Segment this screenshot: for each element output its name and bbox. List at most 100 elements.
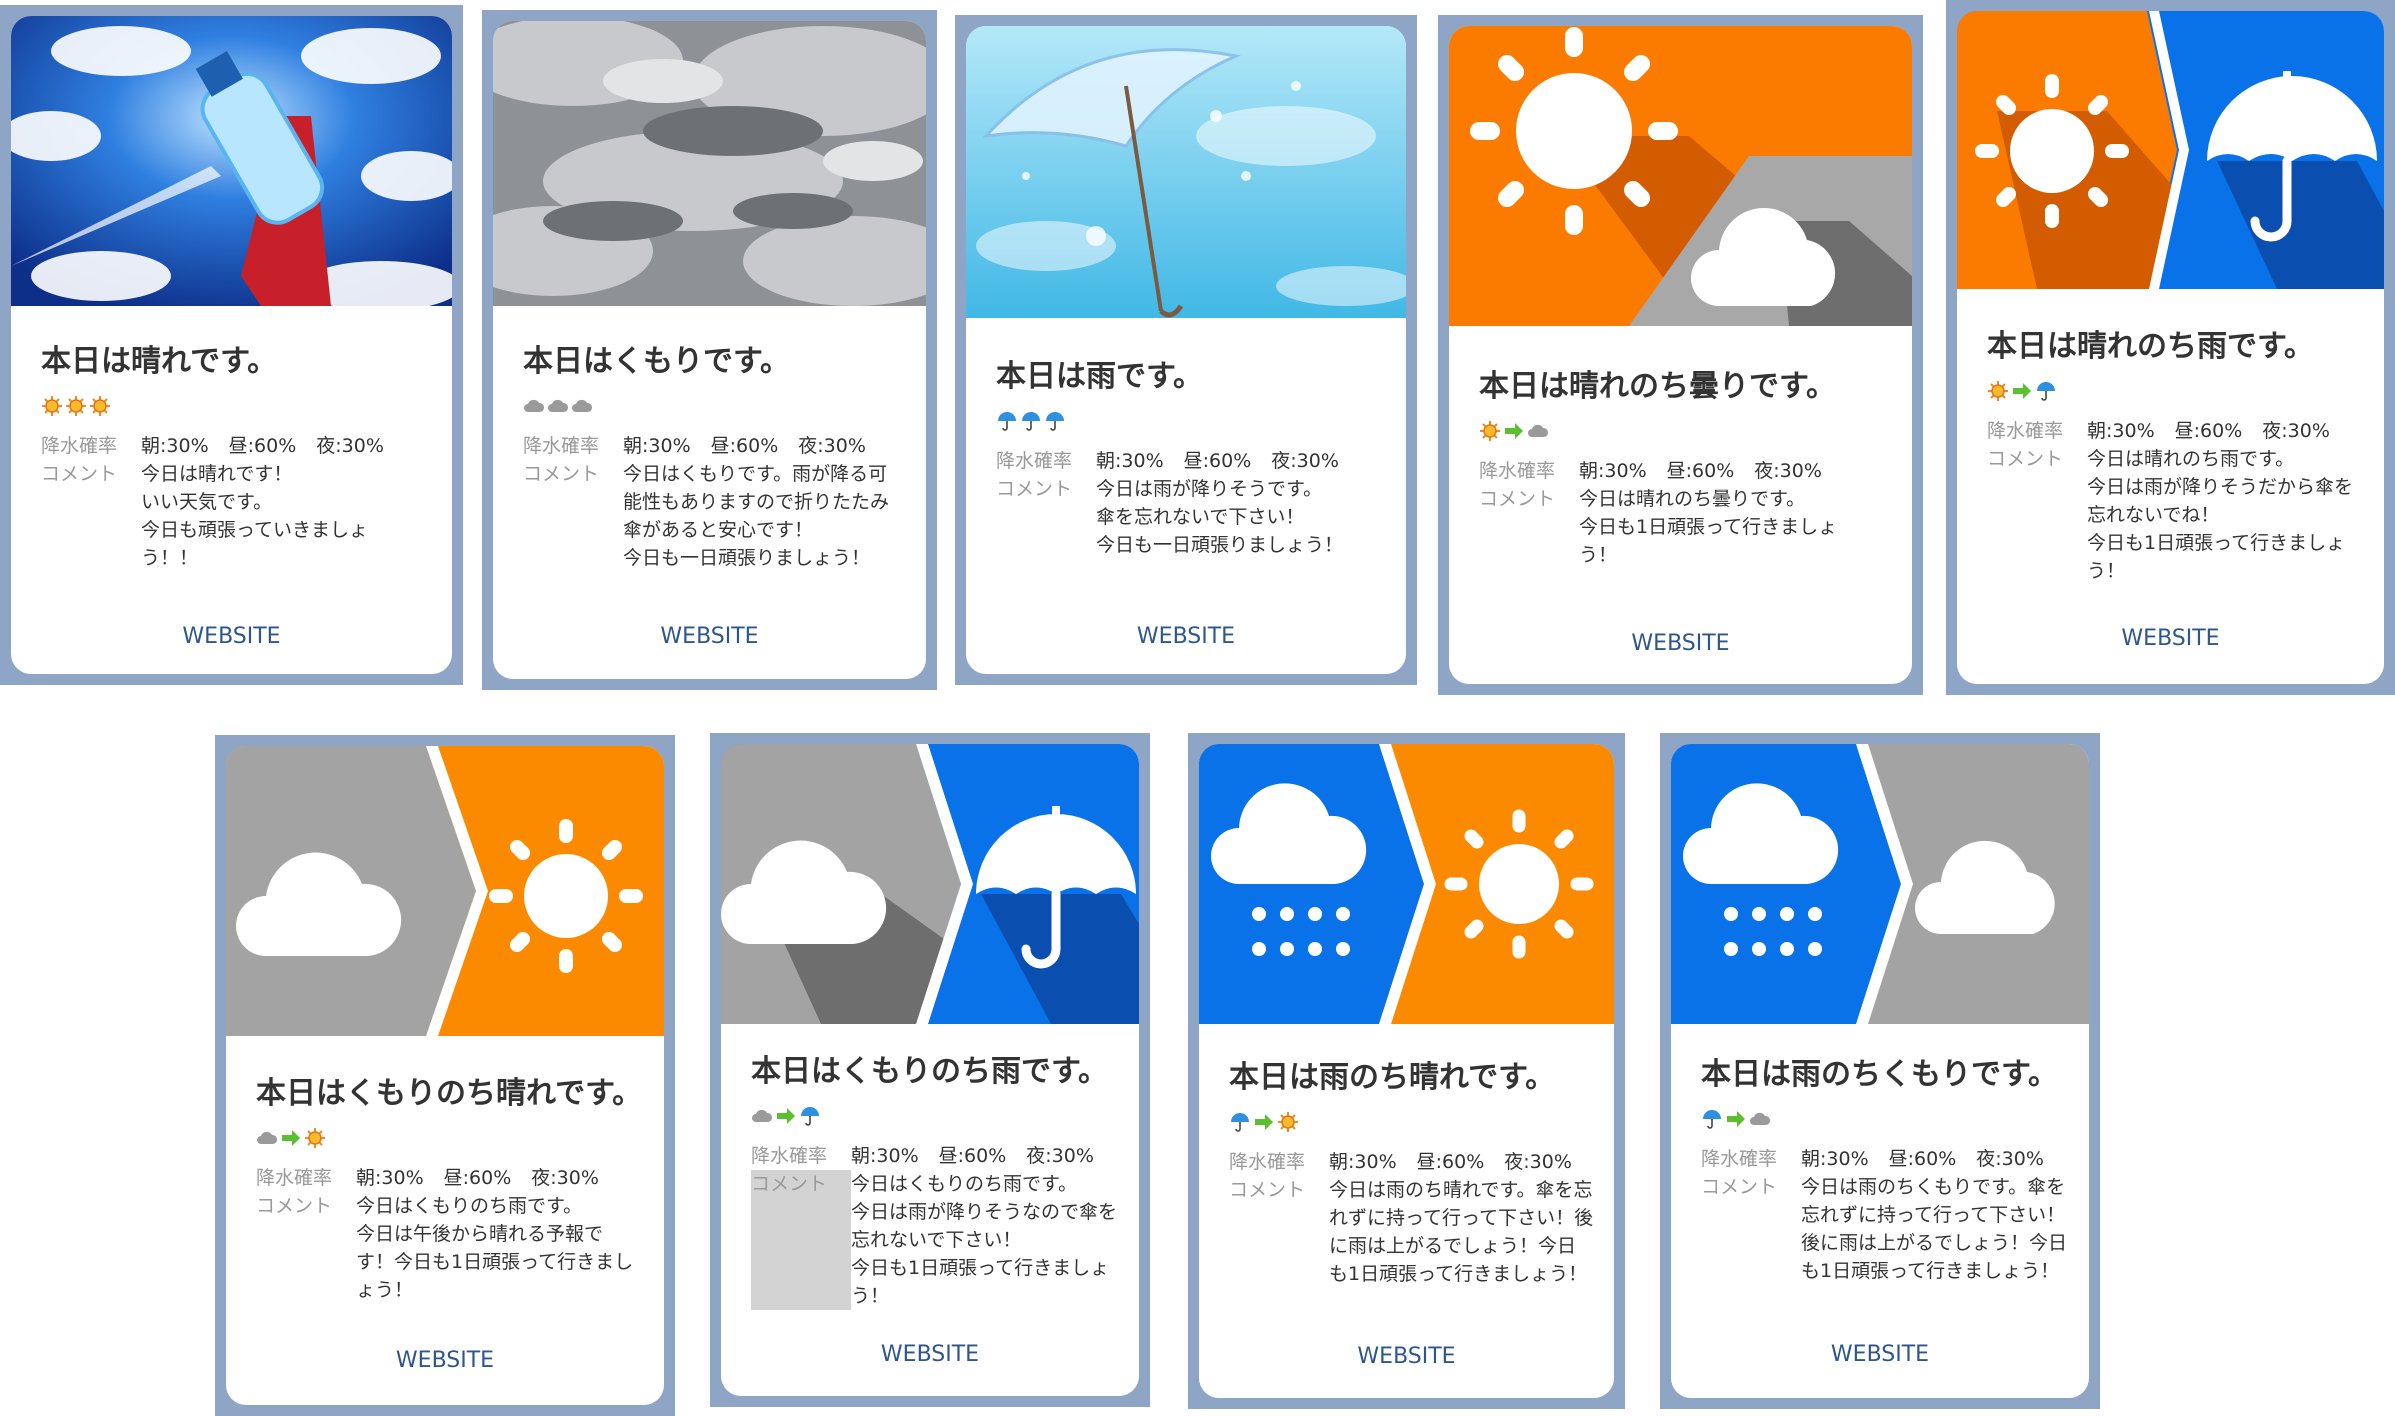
precip-morning: 朝:30% bbox=[141, 435, 209, 457]
website-link[interactable]: WEBSITE bbox=[1199, 1344, 1614, 1369]
weather-emoji-row bbox=[1479, 419, 1892, 443]
comment-text: 今日は雨のちくもりです。傘を忘れずに持って行って下さい！後に雨は上がるでしょう！… bbox=[1801, 1176, 2068, 1282]
precip-label: 降水確率 bbox=[1987, 420, 2064, 442]
hero-image-sun-cloud bbox=[1449, 26, 1912, 326]
precip-night: 夜:30% bbox=[1026, 1145, 1094, 1167]
umbrella-icon bbox=[2035, 380, 2057, 402]
arrow-right-icon bbox=[775, 1105, 797, 1127]
precip-night: 夜:30% bbox=[1271, 450, 1339, 472]
umbrella-icon bbox=[799, 1105, 821, 1127]
comment-label: コメント bbox=[1701, 1176, 1778, 1198]
precip-night: 夜:30% bbox=[2262, 420, 2330, 442]
arrow-right-icon bbox=[1503, 420, 1525, 442]
weather-emoji-row bbox=[256, 1126, 644, 1150]
cloud-icon bbox=[523, 395, 545, 417]
website-link[interactable]: WEBSITE bbox=[721, 1342, 1139, 1367]
umbrella-icon bbox=[996, 410, 1018, 432]
arrow-right-icon bbox=[1725, 1108, 1747, 1130]
precip-noon: 昼:60% bbox=[228, 435, 297, 457]
comment-label: コメント bbox=[996, 478, 1073, 500]
precip-morning: 朝:30% bbox=[356, 1167, 424, 1189]
precip-morning: 朝:30% bbox=[2087, 420, 2155, 442]
arrow-right-icon bbox=[2011, 380, 2033, 402]
card-title: 本日はくもりのち晴れです。 bbox=[256, 1076, 643, 1111]
comment-text: 今日は晴れのち雨です。 今日は雨が降りそうだから傘を忘れないでね！ 今日も1日頑… bbox=[2087, 448, 2354, 582]
hero-image-rain-sun bbox=[1199, 744, 1614, 1024]
weather-card-rain-then-sunny: 本日は雨のち晴れです。 降水確率 朝:30% 昼:60% 夜:30% コメント 今日は雨… bbox=[1188, 733, 1625, 1409]
comment-label: コメント bbox=[1479, 488, 1556, 510]
umbrella-icon bbox=[1044, 410, 1066, 432]
card-inner: 本日は晴れのち雨です。 降水確率 朝:30% 昼:60% 夜:30% コメント 今日は晴… bbox=[1957, 11, 2384, 684]
umbrella-icon bbox=[1701, 1108, 1723, 1130]
sun-icon bbox=[89, 395, 111, 417]
card-inner: 本日は雨です。 降水確率 朝:30% 昼:60% 夜:30% コメント 今日は雨が降りそ… bbox=[966, 26, 1406, 674]
hero-image-rain-cloud bbox=[1671, 744, 2089, 1024]
arrow-right-icon bbox=[1253, 1111, 1275, 1133]
precip-morning: 朝:30% bbox=[851, 1145, 919, 1167]
weather-card-cloudy-then-rain: 本日はくもりのち雨です。 降水確率 朝:30% 昼:60% 夜:30% コメント 今日は… bbox=[710, 733, 1150, 1407]
precip-noon: 昼:60% bbox=[2174, 420, 2243, 442]
precip-night: 夜:30% bbox=[1976, 1148, 2044, 1170]
precip-label: 降水確率 bbox=[41, 435, 118, 457]
comment-text: 今日はくもりのち雨です。 今日は雨が降りそうなので傘を忘れないで下さい！ 今日も… bbox=[851, 1173, 1118, 1307]
website-link[interactable]: WEBSITE bbox=[493, 624, 926, 649]
precip-night: 夜:30% bbox=[1754, 460, 1822, 482]
umbrella-icon bbox=[1229, 1111, 1251, 1133]
weather-emoji-row bbox=[996, 409, 1386, 433]
precip-morning: 朝:30% bbox=[1096, 450, 1164, 472]
card-title: 本日は晴れです。 bbox=[41, 344, 278, 379]
weather-emoji-row bbox=[523, 394, 906, 418]
card-inner: 本日は雨のち晴れです。 降水確率 朝:30% 昼:60% 夜:30% コメント 今日は雨… bbox=[1199, 744, 1614, 1398]
hero-image-cloud-umbrella bbox=[721, 744, 1139, 1024]
comment-label: コメント bbox=[1229, 1179, 1306, 1201]
precip-noon: 昼:60% bbox=[443, 1167, 512, 1189]
precip-morning: 朝:30% bbox=[1801, 1148, 1869, 1170]
precip-label: 降水確率 bbox=[256, 1167, 333, 1189]
precip-noon: 昼:60% bbox=[710, 435, 779, 457]
comment-text: 今日は雨が降りそうです。 傘を忘れないで下さい！ 今日も一日頑張りましょう！ bbox=[1096, 478, 1344, 556]
precip-noon: 昼:60% bbox=[1416, 1151, 1485, 1173]
precip-label: 降水確率 bbox=[523, 435, 600, 457]
precip-label: 降水確率 bbox=[1479, 460, 1556, 482]
card-title: 本日はくもりのち雨です。 bbox=[751, 1054, 1108, 1089]
website-link[interactable]: WEBSITE bbox=[1449, 631, 1912, 656]
card-title: 本日はくもりです。 bbox=[523, 344, 790, 379]
sun-icon bbox=[1987, 380, 2009, 402]
precip-night: 夜:30% bbox=[798, 435, 866, 457]
precip-label: 降水確率 bbox=[1229, 1151, 1306, 1173]
hero-image-sunny-photo bbox=[11, 16, 452, 306]
cloud-icon bbox=[547, 395, 569, 417]
sun-icon bbox=[1479, 420, 1501, 442]
card-title: 本日は雨のち晴れです。 bbox=[1229, 1060, 1556, 1095]
hero-image-cloud-sun bbox=[226, 746, 664, 1036]
precip-night: 夜:30% bbox=[316, 435, 384, 457]
precip-night: 夜:30% bbox=[1504, 1151, 1572, 1173]
weather-emoji-row bbox=[1229, 1110, 1594, 1134]
precip-morning: 朝:30% bbox=[623, 435, 691, 457]
card-inner: 本日はくもりのち晴れです。 降水確率 朝:30% 昼:60% 夜:30% コメント 今日… bbox=[226, 746, 664, 1405]
precip-label: 降水確率 bbox=[996, 450, 1073, 472]
card-inner: 本日はくもりです。 降水確率 朝:30% 昼:60% 夜:30% コメント 今日はくもり… bbox=[493, 21, 926, 679]
website-link[interactable]: WEBSITE bbox=[1957, 626, 2384, 651]
weather-emoji-row bbox=[1701, 1107, 2069, 1131]
precip-noon: 昼:60% bbox=[1183, 450, 1252, 472]
website-link[interactable]: WEBSITE bbox=[11, 624, 452, 649]
weather-card-rain: 本日は雨です。 降水確率 朝:30% 昼:60% 夜:30% コメント 今日は雨が降りそ… bbox=[955, 15, 1417, 685]
sun-icon bbox=[41, 395, 63, 417]
comment-label: コメント bbox=[523, 463, 600, 485]
website-link[interactable]: WEBSITE bbox=[966, 624, 1406, 649]
sun-icon bbox=[1277, 1111, 1299, 1133]
website-link[interactable]: WEBSITE bbox=[1671, 1342, 2089, 1367]
weather-card-cloudy-then-sunny: 本日はくもりのち晴れです。 降水確率 朝:30% 昼:60% 夜:30% コメント 今日… bbox=[215, 735, 675, 1416]
weather-emoji-row bbox=[41, 394, 432, 418]
precip-noon: 昼:60% bbox=[938, 1145, 1007, 1167]
comment-text: 今日は晴れです！ いい天気です。 今日も頑張っていきましょう！！ bbox=[141, 463, 369, 569]
card-inner: 本日は晴れです。 降水確率 朝:30% 昼:60% 夜:30% コメント 今日は晴れです… bbox=[11, 16, 452, 674]
precip-noon: 昼:60% bbox=[1666, 460, 1735, 482]
comment-text: 今日はくもりのち雨です。 今日は午後から晴れる予報です！今日も1日頑張って行きま… bbox=[356, 1195, 634, 1301]
card-title: 本日は雨のちくもりです。 bbox=[1701, 1057, 2058, 1092]
website-link[interactable]: WEBSITE bbox=[226, 1348, 664, 1373]
comment-label: コメント bbox=[1987, 448, 2064, 470]
comment-label: コメント bbox=[41, 463, 118, 485]
hero-image-sun-umbrella bbox=[1957, 11, 2384, 289]
